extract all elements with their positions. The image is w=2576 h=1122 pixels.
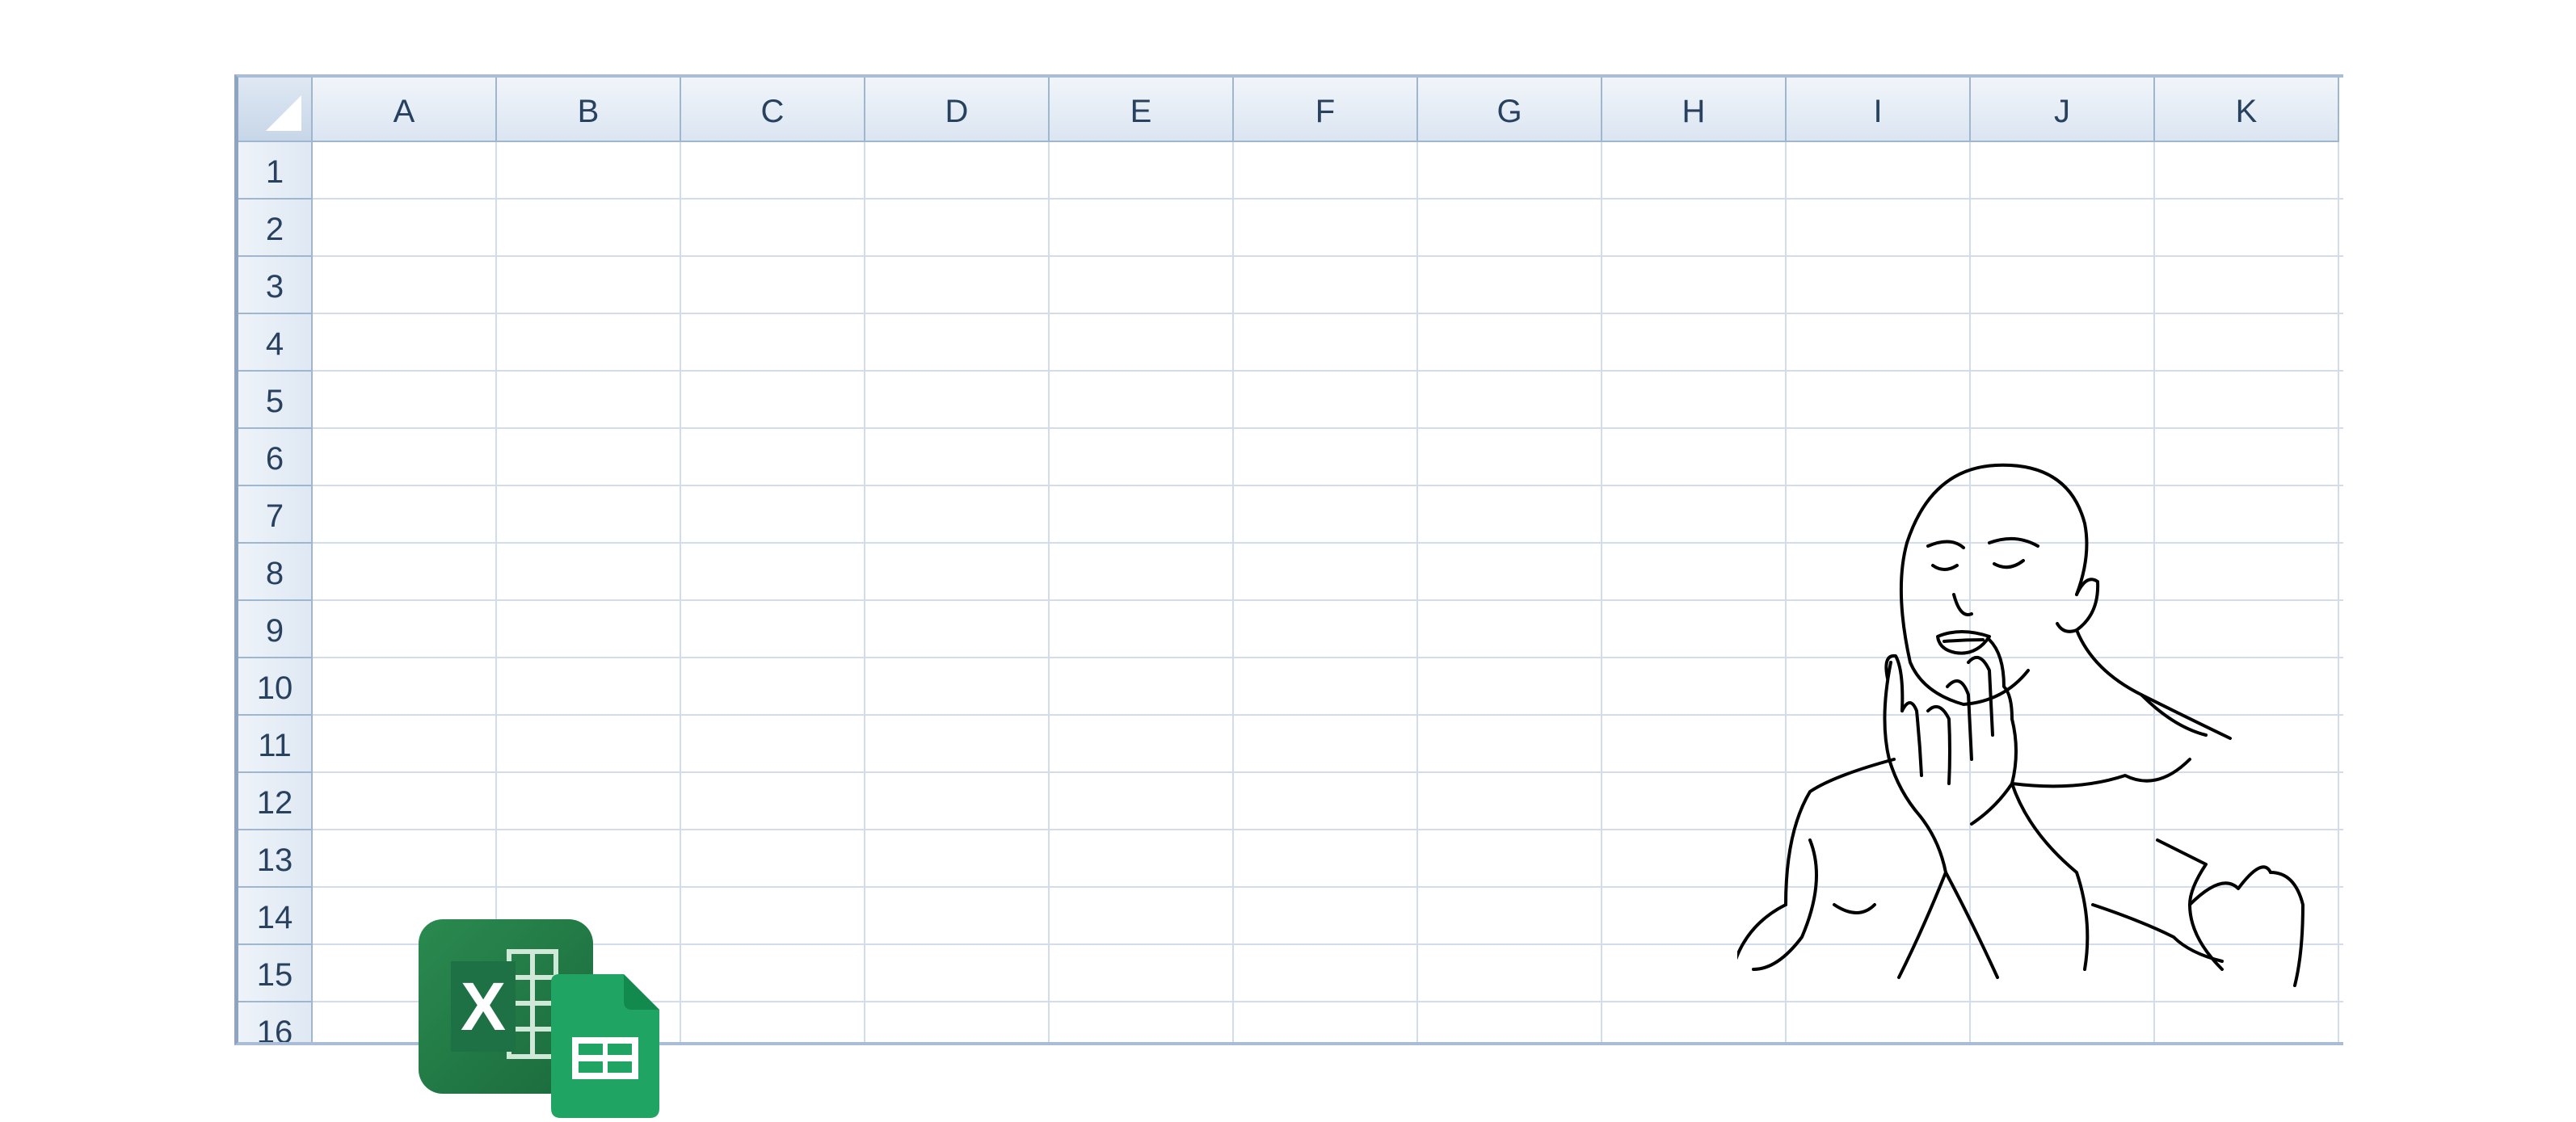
column-header-b[interactable]: B — [497, 78, 681, 142]
column-header-c[interactable]: C — [681, 78, 865, 142]
row-header-11[interactable]: 11 — [238, 716, 313, 773]
row-header-4[interactable]: 4 — [238, 314, 313, 372]
row-header-15[interactable]: 15 — [238, 945, 313, 1002]
column-header-a[interactable]: A — [313, 78, 497, 142]
column-header-i[interactable]: I — [1787, 78, 1971, 142]
column-headers: ABCDEFGHIJK — [313, 78, 2343, 142]
row-header-3[interactable]: 3 — [238, 257, 313, 314]
row-header-2[interactable]: 2 — [238, 200, 313, 257]
row-header-14[interactable]: 14 — [238, 888, 313, 945]
row-headers: 1 2 3 4 5 6 7 8 9 10 11 12 13 14 15 16 — [238, 142, 313, 1042]
select-all-corner[interactable] — [238, 78, 313, 142]
svg-text:X: X — [461, 969, 506, 1044]
column-header-k[interactable]: K — [2155, 78, 2339, 142]
row-header-6[interactable]: 6 — [238, 429, 313, 486]
column-header-g[interactable]: G — [1418, 78, 1602, 142]
row-header-12[interactable]: 12 — [238, 773, 313, 830]
row-header-9[interactable]: 9 — [238, 601, 313, 658]
row-header-16[interactable]: 16 — [238, 1002, 313, 1042]
row-header-8[interactable]: 8 — [238, 544, 313, 601]
column-header-e[interactable]: E — [1050, 78, 1234, 142]
column-header-d[interactable]: D — [865, 78, 1050, 142]
satisfied-man-meme-illustration — [1737, 463, 2305, 987]
row-header-5[interactable]: 5 — [238, 372, 313, 429]
column-header-j[interactable]: J — [1971, 78, 2155, 142]
column-header-h[interactable]: H — [1602, 78, 1787, 142]
row-header-7[interactable]: 7 — [238, 486, 313, 544]
select-all-triangle-icon — [266, 95, 301, 131]
row-header-1[interactable]: 1 — [238, 142, 313, 200]
row-header-13[interactable]: 13 — [238, 830, 313, 888]
google-sheets-logo-icon — [551, 974, 659, 1118]
column-header-f[interactable]: F — [1234, 78, 1418, 142]
row-header-10[interactable]: 10 — [238, 658, 313, 716]
